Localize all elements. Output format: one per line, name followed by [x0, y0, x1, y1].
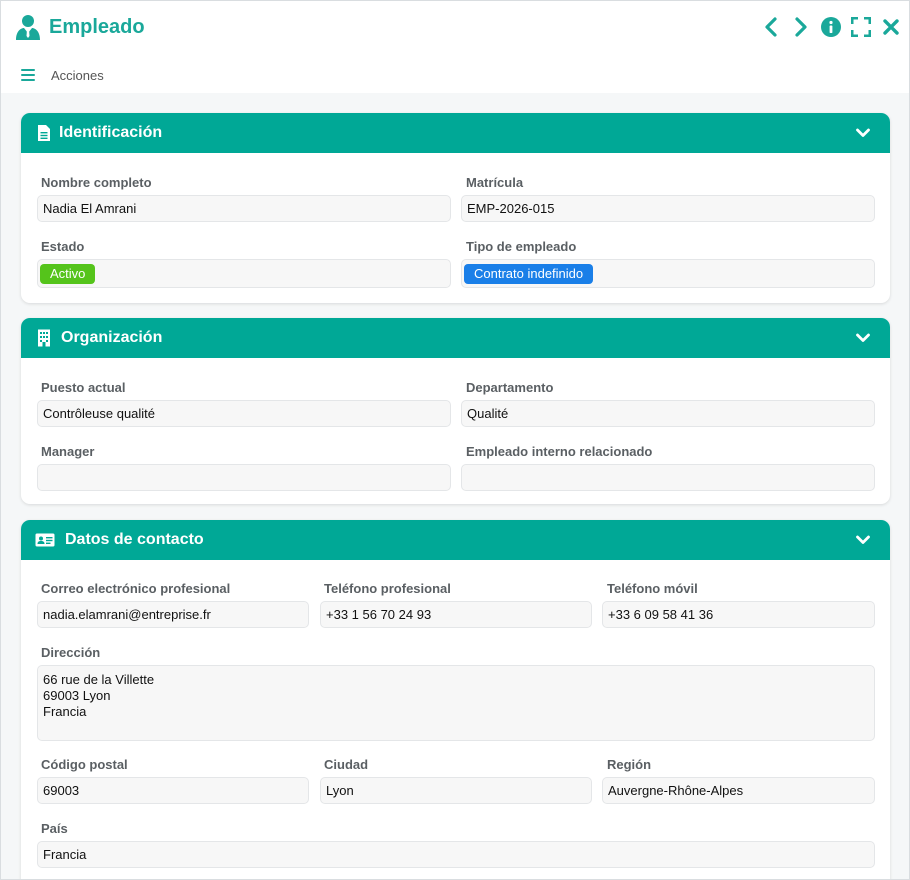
- field-label-tipo: Tipo de empleado: [466, 239, 577, 254]
- hamburger-icon: [21, 69, 35, 81]
- close-button[interactable]: [881, 15, 901, 39]
- estado-field[interactable]: Activo: [37, 259, 451, 288]
- field-label-estado: Estado: [41, 239, 85, 254]
- region-field[interactable]: Auvergne-Rhône-Alpes: [602, 777, 875, 804]
- status-badge: Activo: [40, 264, 96, 284]
- field-label-ciudad: Ciudad: [324, 757, 369, 772]
- info-button[interactable]: [821, 15, 841, 39]
- employee-type-badge: Contrato indefinido: [464, 264, 594, 284]
- employee-window: Empleado Acciones Identificación Nombre …: [0, 0, 910, 880]
- info-icon: [821, 17, 841, 37]
- city-field[interactable]: Lyon: [320, 777, 592, 804]
- email-field[interactable]: nadia.elamrani@entreprise.fr: [37, 601, 309, 628]
- window-actions: [761, 14, 901, 40]
- next-button[interactable]: [791, 15, 811, 39]
- section-identificacion-header[interactable]: Identificación: [21, 113, 890, 153]
- section-organizacion-header[interactable]: Organización: [21, 318, 890, 358]
- section-identificacion: Identificación Nombre completo Nadia El …: [21, 113, 890, 303]
- chevron-down-icon: [856, 535, 870, 544]
- matricula-field[interactable]: EMP-2026-015: [461, 195, 875, 222]
- chevron-right-icon: [795, 17, 807, 37]
- field-label-direccion: Dirección: [41, 645, 101, 660]
- puesto-field[interactable]: Contrôleuse qualité: [37, 400, 451, 427]
- building-icon: [38, 329, 50, 347]
- address-field[interactable]: 66 rue de la Villette 69003 Lyon Francia: [37, 665, 875, 741]
- country-field[interactable]: Francia: [37, 841, 875, 868]
- section-contacto-header[interactable]: Datos de contacto: [21, 520, 890, 560]
- field-label-matricula: Matrícula: [466, 175, 524, 190]
- departamento-field[interactable]: Qualité: [461, 400, 875, 427]
- window-title: Empleado: [49, 16, 145, 38]
- section-contacto: Datos de contacto Correo electrónico pro…: [21, 520, 890, 879]
- nombre-field[interactable]: Nadia El Amrani: [37, 195, 451, 222]
- field-label-nombre: Nombre completo: [41, 175, 152, 190]
- field-label-tel-prof: Teléfono profesional: [324, 581, 451, 596]
- postal-code-field[interactable]: 69003: [37, 777, 309, 804]
- document-icon: [38, 125, 50, 141]
- section-contacto-title: Datos de contacto: [65, 531, 204, 548]
- relacionado-field[interactable]: [461, 464, 875, 491]
- section-organizacion: Organización Puesto actual Contrôleuse q…: [21, 318, 890, 504]
- actions-menu[interactable]: Acciones: [21, 66, 104, 84]
- section-organizacion-title: Organización: [61, 329, 163, 346]
- field-label-cp: Código postal: [41, 757, 128, 772]
- chevron-left-icon: [765, 17, 777, 37]
- chevron-down-icon: [856, 333, 870, 342]
- field-label-pais: País: [41, 821, 68, 836]
- previous-button[interactable]: [761, 15, 781, 39]
- work-phone-field[interactable]: +33 1 56 70 24 93: [320, 601, 592, 628]
- field-label-departamento: Departamento: [466, 380, 554, 395]
- fullscreen-button[interactable]: [851, 15, 871, 39]
- field-label-correo: Correo electrónico profesional: [41, 581, 231, 596]
- title-bar: Empleado Acciones: [1, 1, 909, 93]
- field-label-relacionado: Empleado interno relacionado: [466, 444, 653, 459]
- id-card-icon: [35, 533, 55, 547]
- field-label-manager: Manager: [41, 444, 95, 459]
- tipo-field[interactable]: Contrato indefinido: [461, 259, 875, 288]
- field-label-puesto: Puesto actual: [41, 380, 126, 395]
- field-label-region: Región: [607, 757, 652, 772]
- mobile-phone-field[interactable]: +33 6 09 58 41 36: [602, 601, 875, 628]
- section-identificacion-title: Identificación: [59, 124, 163, 141]
- close-icon: [883, 19, 899, 35]
- expand-icon: [851, 17, 871, 37]
- field-label-tel-movil: Teléfono móvil: [607, 581, 698, 596]
- chevron-down-icon: [856, 128, 870, 137]
- user-icon: [16, 15, 40, 40]
- manager-field[interactable]: [37, 464, 451, 491]
- actions-menu-label: Acciones: [51, 67, 104, 83]
